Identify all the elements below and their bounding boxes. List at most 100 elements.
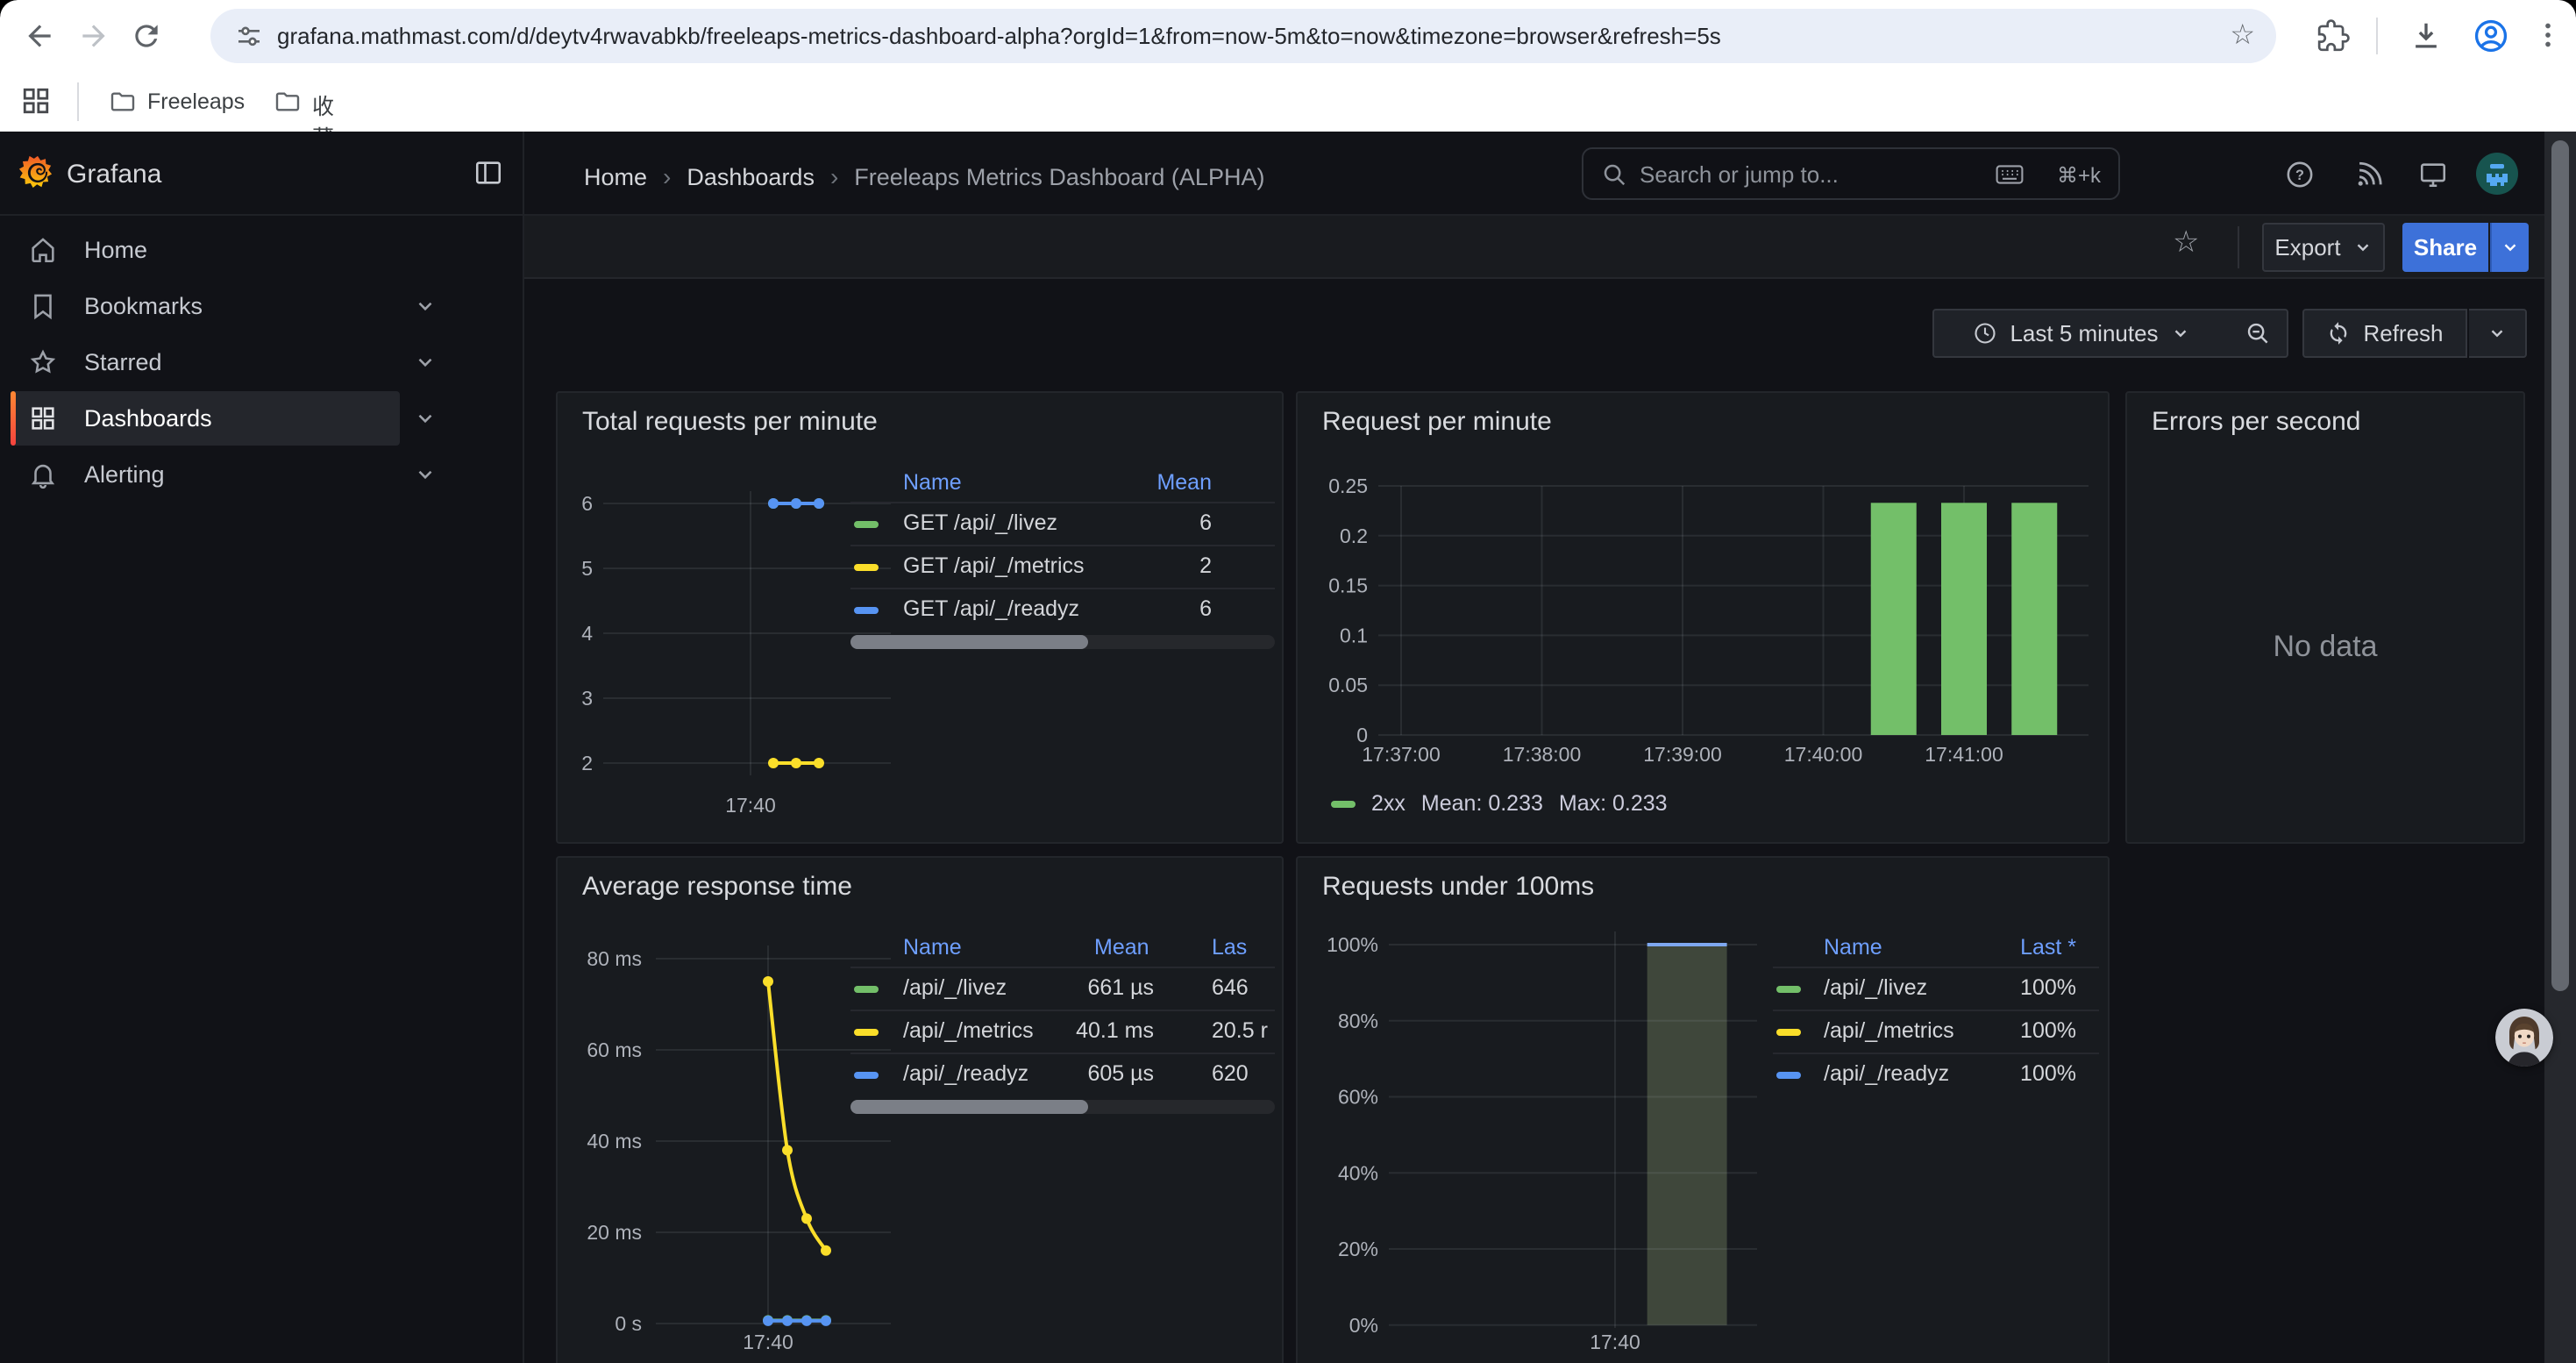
svg-text:4: 4 <box>581 622 593 645</box>
series-name[interactable]: /api/_/readyz <box>1824 1061 1949 1087</box>
series-name[interactable]: /api/_/metrics <box>903 1018 1034 1044</box>
breadcrumb-dashboards[interactable]: Dashboards <box>687 164 815 190</box>
assistant-avatar[interactable] <box>2495 1009 2553 1067</box>
sidebar-item-bookmarks[interactable]: Bookmarks <box>0 281 523 333</box>
bar-chart[interactable]: 0.250.20.150.10.05017:37:0017:38:0017:39… <box>1298 446 2110 796</box>
browser-menu-icon[interactable] <box>2532 19 2564 51</box>
monitor-icon[interactable] <box>2418 160 2448 189</box>
panel-title[interactable]: Average response time <box>582 872 852 902</box>
url-bar[interactable]: grafana.mathmast.com/d/deytv4rwavabkb/fr… <box>210 9 2276 63</box>
bookmark-star-icon[interactable]: ☆ <box>2230 18 2255 51</box>
breadcrumb-separator: › <box>815 163 854 190</box>
svg-text:0 s: 0 s <box>615 1312 642 1335</box>
sidebar-item-dashboards[interactable]: Dashboards <box>0 393 523 446</box>
download-icon[interactable] <box>2409 19 2443 53</box>
legend-scrollbar[interactable] <box>850 635 1275 649</box>
sidebar-item-home[interactable]: Home <box>0 225 523 277</box>
refresh-interval-button[interactable] <box>2469 309 2527 358</box>
browser-forward-icon[interactable] <box>77 19 110 53</box>
series-name[interactable]: GET /api/_/readyz <box>903 596 1079 622</box>
svg-text:60 ms: 60 ms <box>587 1038 642 1061</box>
extensions-icon[interactable] <box>2316 19 2350 53</box>
legend-header-name[interactable]: Name <box>903 935 962 960</box>
series-name[interactable]: /api/_/livez <box>903 975 1007 1001</box>
sidebar-item-label: Alerting <box>84 461 165 489</box>
page-scrollbar[interactable] <box>2544 132 2576 1363</box>
panel-title[interactable]: Total requests per minute <box>582 407 878 437</box>
svg-text:60%: 60% <box>1338 1086 1378 1109</box>
series-name[interactable]: /api/_/readyz <box>903 1061 1028 1087</box>
user-avatar[interactable] <box>2476 153 2518 195</box>
series-name[interactable]: /api/_/metrics <box>1824 1018 1954 1044</box>
panel-total-requests-per-minute: Total requests per minute 6543217:40 Nam… <box>556 391 1284 844</box>
sidebar-item-label: Bookmarks <box>84 293 203 320</box>
sidebar-divider <box>523 132 524 1363</box>
legend-row[interactable]: GET /api/_/metrics 2 <box>850 545 1275 588</box>
folder-icon <box>109 88 137 116</box>
chevron-down-icon[interactable] <box>414 463 437 486</box>
legend-header-name[interactable]: Name <box>1824 935 1882 960</box>
breadcrumb-home[interactable]: Home <box>584 164 647 190</box>
legend-header-last[interactable]: Las <box>1212 935 1247 960</box>
series-name[interactable]: /api/_/livez <box>1824 975 1927 1001</box>
legend-row[interactable]: GET /api/_/readyz 6 <box>850 588 1275 631</box>
help-icon[interactable]: ? <box>2285 160 2315 189</box>
series-mean: 6 <box>1199 596 1212 622</box>
sidebar-toggle-icon[interactable] <box>473 158 503 188</box>
legend-row[interactable]: GET /api/_/livez 6 <box>850 502 1275 545</box>
legend-row[interactable]: /api/_/metrics 100% <box>1773 1010 2099 1053</box>
legend-row[interactable]: /api/_/metrics 40.1 ms 20.5 r <box>850 1010 1275 1053</box>
grafana-logo[interactable] <box>18 153 58 193</box>
sidebar-item-starred[interactable]: Starred <box>0 337 523 389</box>
time-range-picker[interactable]: Last 5 minutes <box>1932 309 2231 358</box>
profile-icon[interactable] <box>2473 18 2509 54</box>
share-menu-button[interactable] <box>2490 223 2529 272</box>
legend-header-name[interactable]: Name <box>903 470 962 496</box>
refresh-button[interactable]: Refresh <box>2302 309 2467 358</box>
legend-scrollbar[interactable] <box>850 1100 1275 1114</box>
legend-header-mean[interactable]: Mean <box>1156 470 1212 496</box>
legend-header-last[interactable]: Last * <box>2020 935 2076 960</box>
search-input[interactable]: Search or jump to... ⌘+k <box>1582 147 2120 200</box>
sidebar-item-alerting[interactable]: Alerting <box>0 449 523 502</box>
star-icon <box>28 347 58 377</box>
share-button[interactable]: Share <box>2402 223 2488 272</box>
url-text[interactable]: grafana.mathmast.com/d/deytv4rwavabkb/fr… <box>277 23 2224 50</box>
panel-title[interactable]: Request per minute <box>1322 407 1552 437</box>
panel-title[interactable]: Errors per second <box>2152 407 2360 437</box>
svg-text:0.2: 0.2 <box>1340 525 1368 547</box>
page-scrollbar-thumb[interactable] <box>2551 140 2569 991</box>
legend-row[interactable]: /api/_/livez 661 µs 646 <box>850 967 1275 1010</box>
browser-reload-icon[interactable] <box>130 19 163 53</box>
chevron-down-icon[interactable] <box>414 295 437 318</box>
favorite-dashboard-star-icon[interactable]: ☆ <box>2173 225 2199 260</box>
chevron-down-icon[interactable] <box>414 351 437 374</box>
zoom-out-time-button[interactable] <box>2229 309 2288 358</box>
zoom-out-icon <box>2245 320 2271 346</box>
series-name[interactable]: 2xx <box>1371 791 1405 817</box>
legend-header: Name Mean Las <box>850 930 1275 967</box>
svg-text:?: ? <box>2295 168 2304 183</box>
browser-chrome: grafana.mathmast.com/d/deytv4rwavabkb/fr… <box>0 0 2576 132</box>
legend-table: Name Mean GET /api/_/livez 6 GET /api/_/… <box>850 465 1275 631</box>
grafana-app: Grafana Home›Dashboards›Freeleaps Metric… <box>0 132 2576 1363</box>
legend-row[interactable]: /api/_/readyz 605 µs 620 <box>850 1053 1275 1095</box>
panel-average-response-time: Average response time 80 ms60 ms40 ms20 … <box>556 856 1284 1363</box>
legend-row[interactable]: /api/_/livez 100% <box>1773 967 2099 1010</box>
series-last: 620 <box>1212 1061 1249 1087</box>
news-rss-icon[interactable] <box>2353 160 2383 189</box>
series-name[interactable]: GET /api/_/metrics <box>903 553 1085 579</box>
legend-header-mean[interactable]: Mean <box>1094 935 1149 960</box>
export-button[interactable]: Export <box>2262 223 2385 272</box>
svg-text:80%: 80% <box>1338 1010 1378 1032</box>
site-settings-icon[interactable] <box>235 23 263 51</box>
apps-grid-icon[interactable] <box>21 86 51 116</box>
legend-row[interactable]: /api/_/readyz 100% <box>1773 1053 2099 1095</box>
svg-text:6: 6 <box>581 492 593 515</box>
series-name[interactable]: GET /api/_/livez <box>903 510 1057 536</box>
browser-back-icon[interactable] <box>23 19 56 53</box>
screen: grafana.mathmast.com/d/deytv4rwavabkb/fr… <box>0 0 2576 1363</box>
chevron-down-icon[interactable] <box>414 407 437 430</box>
svg-text:17:40: 17:40 <box>743 1331 793 1353</box>
panel-title[interactable]: Requests under 100ms <box>1322 872 1594 902</box>
